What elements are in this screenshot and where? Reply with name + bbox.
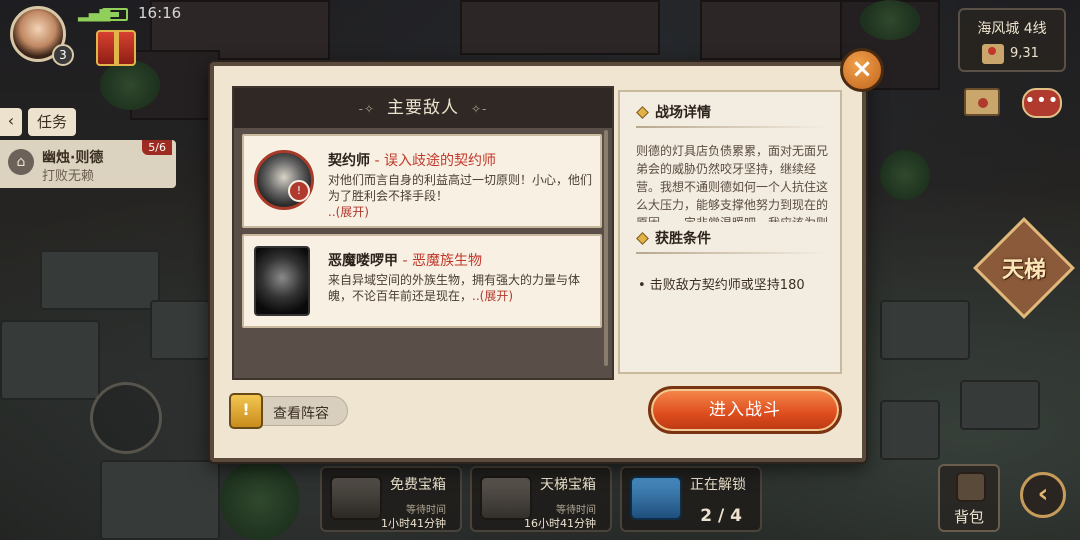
enemy-card[interactable]: ! 契约师 - 误入歧途的契约师 对他们而言自身的利益高过一切原则！小心，他们为…	[242, 134, 602, 228]
chest-icon	[630, 476, 682, 520]
chest-title: 天梯宝箱	[540, 477, 596, 493]
chest-ladder[interactable]: 天梯宝箱 等待时间 16小时41分钟	[470, 466, 612, 532]
enemy-description: 来自异域空间的外族生物，拥有强大的力量与体魄，不论百年前还是现在，..(展开)	[328, 273, 581, 303]
enemy-portrait-demon	[254, 246, 310, 316]
chevron-left-icon[interactable]: ‹	[1020, 472, 1066, 518]
battle-details-text[interactable]: 则德的灯具店负债累累，面对无面兄弟会的威胁仍然咬牙坚持，继续经营。我想不通则德如…	[636, 142, 832, 222]
victory-title: 获胜条件	[636, 228, 711, 248]
battle-details-title: 战场详情	[636, 102, 711, 122]
location-coords: 9,31	[1010, 46, 1039, 61]
enemy-name: 恶魔喽啰甲 - 恶魔族生物	[328, 253, 482, 269]
enemy-name: 契约师 - 误入歧途的契约师	[328, 153, 496, 169]
bag-icon	[956, 472, 986, 502]
ladder-label[interactable]: 天梯	[988, 252, 1060, 284]
collapse-quest-button[interactable]: ‹	[0, 108, 22, 136]
location-box[interactable]: 海风城 4线 9,31	[958, 8, 1066, 72]
gift-icon[interactable]	[96, 30, 136, 66]
quest-subtitle: 打败无赖	[42, 169, 95, 184]
chest-icon	[480, 476, 532, 520]
victory-condition: • 击败敌方契约师或坚持180	[638, 278, 805, 293]
bag-label: 背包	[953, 508, 984, 526]
close-button[interactable]: ×	[840, 48, 884, 92]
location-name: 海风城 4线	[977, 21, 1047, 37]
quest-hat-icon: ⌂	[8, 149, 34, 175]
bag-button[interactable]: 背包	[938, 464, 1000, 532]
divider	[636, 126, 826, 128]
chest-time: 1小时41分钟	[381, 517, 446, 530]
chest-icon	[330, 476, 382, 520]
chat-icon[interactable]: •••	[1022, 88, 1062, 118]
chest-time: 16小时41分钟	[524, 517, 596, 530]
view-lineup-button[interactable]: ! 查看阵容	[229, 393, 348, 429]
diamond-icon	[636, 232, 649, 245]
player-level-badge: 3	[52, 44, 74, 66]
diamond-icon	[636, 106, 649, 119]
status-time: 16:16	[138, 4, 182, 22]
enemy-card[interactable]: 恶魔喽啰甲 - 恶魔族生物 来自异域空间的外族生物，拥有强大的力量与体魄，不论百…	[242, 234, 602, 328]
expand-link[interactable]: ..(展开)	[328, 205, 369, 219]
chest-wait-label: 等待时间	[556, 505, 596, 516]
battle-details-panel: 战场详情 则德的灯具店负债累累，面对无面兄弟会的威胁仍然咬牙坚持，继续经营。我想…	[618, 90, 842, 374]
map-pin-icon	[982, 44, 1004, 64]
battery-icon	[102, 8, 128, 21]
chest-title: 正在解锁	[690, 477, 746, 493]
chest-free[interactable]: 免费宝箱 等待时间 1小时41分钟	[320, 466, 462, 532]
enemy-portrait-contractor	[254, 150, 314, 210]
joystick[interactable]	[90, 382, 162, 454]
divider	[636, 252, 826, 254]
scroll-icon: !	[229, 393, 263, 429]
enter-battle-button[interactable]: 进入战斗	[648, 386, 842, 434]
expand-link[interactable]: ..(展开)	[472, 289, 513, 303]
enemy-description: 对他们而言自身的利益高过一切原则！小心，他们为了胜利会不择手段！ ..(展开)	[328, 173, 593, 219]
chest-unlocking[interactable]: 正在解锁 2 / 4	[620, 466, 762, 532]
main-enemies-panel: -✧ 主要敌人 ✧- ! 契约师 - 误入歧途的契约师 对他们而言自身的利益高过一切…	[232, 86, 614, 380]
chest-title: 免费宝箱	[390, 477, 446, 493]
tab-quest[interactable]: 任务	[28, 108, 76, 136]
mail-icon[interactable]	[964, 88, 1000, 116]
chest-count: 2 / 4	[700, 506, 742, 526]
enemies-header: -✧ 主要敌人 ✧-	[234, 88, 612, 128]
chest-wait-label: 等待时间	[406, 505, 446, 516]
enemies-scrollbar[interactable]	[604, 130, 608, 366]
quest-title: 幽烛·则德	[42, 150, 104, 166]
quest-card[interactable]: ⌂ 幽烛·则德 打败无赖 5/6	[0, 140, 176, 188]
enemy-class-icon: !	[288, 180, 310, 202]
quest-progress-badge: 5/6	[142, 140, 172, 155]
view-lineup-label: 查看阵容	[273, 406, 329, 422]
